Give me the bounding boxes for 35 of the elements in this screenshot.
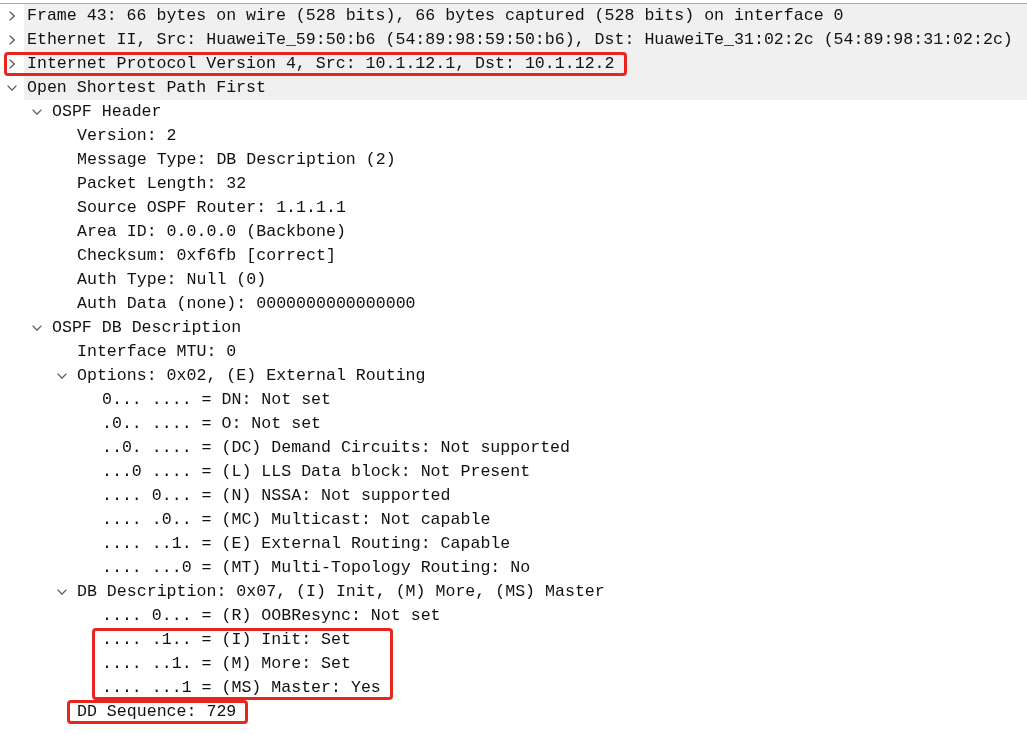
tree-item[interactable]: Packet Length: 32 — [74, 176, 247, 192]
tree-item[interactable]: .... .1.. = (I) Init: Set — [99, 632, 351, 648]
tree-item[interactable]: Open Shortest Path First — [24, 80, 266, 96]
tree-item[interactable]: OSPF DB Description — [49, 320, 242, 336]
tree-item[interactable]: Source OSPF Router: 1.1.1.1 — [74, 200, 346, 216]
chevron-right-icon[interactable] — [9, 11, 15, 21]
chevron-down-icon[interactable] — [57, 589, 67, 595]
tree-item[interactable]: ...0 .... = (L) LLS Data block: Not Present — [99, 464, 531, 480]
tree-item[interactable]: .... ...0 = (MT) Multi-Topology Routing: No — [99, 560, 531, 576]
tree-item[interactable]: DD Sequence: 729 — [74, 704, 237, 720]
tree-item[interactable]: Interface MTU: 0 — [74, 344, 237, 360]
tree-item[interactable]: .... ..1. = (M) More: Set — [99, 656, 351, 672]
tree-item[interactable]: Version: 2 — [74, 128, 177, 144]
tree-item[interactable]: Message Type: DB Description (2) — [74, 152, 396, 168]
tree-item[interactable]: OSPF Header — [49, 104, 162, 120]
tree-item[interactable]: ..0. .... = (DC) Demand Circuits: Not supported — [99, 440, 571, 456]
tree-item[interactable]: 0... .... = DN: Not set — [99, 392, 332, 408]
chevron-down-icon[interactable] — [7, 85, 17, 91]
chevron-right-icon[interactable] — [9, 35, 15, 45]
tree-item[interactable]: .... ..1. = (E) External Routing: Capable — [99, 536, 511, 552]
tree-item[interactable]: .... 0... = (N) NSSA: Not supported — [99, 488, 451, 504]
tree-item[interactable]: Auth Data (none): 0000000000000000 — [74, 296, 416, 312]
tree-item[interactable]: .0.. .... = O: Not set — [99, 416, 322, 432]
tree-item[interactable]: .... ...1 = (MS) Master: Yes — [99, 680, 381, 696]
tree-item[interactable]: Checksum: 0xf6fb [correct] — [74, 248, 336, 264]
tree-item[interactable]: .... 0... = (R) OOBResync: Not set — [99, 608, 441, 624]
chevron-down-icon[interactable] — [32, 325, 42, 331]
tree-item[interactable]: .... .0.. = (MC) Multicast: Not capable — [99, 512, 491, 528]
tree-item[interactable]: Auth Type: Null (0) — [74, 272, 267, 288]
tree-item[interactable]: DB Description: 0x07, (I) Init, (M) More, (MS) Master — [74, 584, 605, 600]
chevron-down-icon[interactable] — [32, 109, 42, 115]
chevron-right-icon[interactable] — [9, 59, 15, 69]
chevron-down-icon[interactable] — [57, 373, 67, 379]
tree-item[interactable]: Area ID: 0.0.0.0 (Backbone) — [74, 224, 346, 240]
tree-item[interactable]: Options: 0x02, (E) External Routing — [74, 368, 426, 384]
